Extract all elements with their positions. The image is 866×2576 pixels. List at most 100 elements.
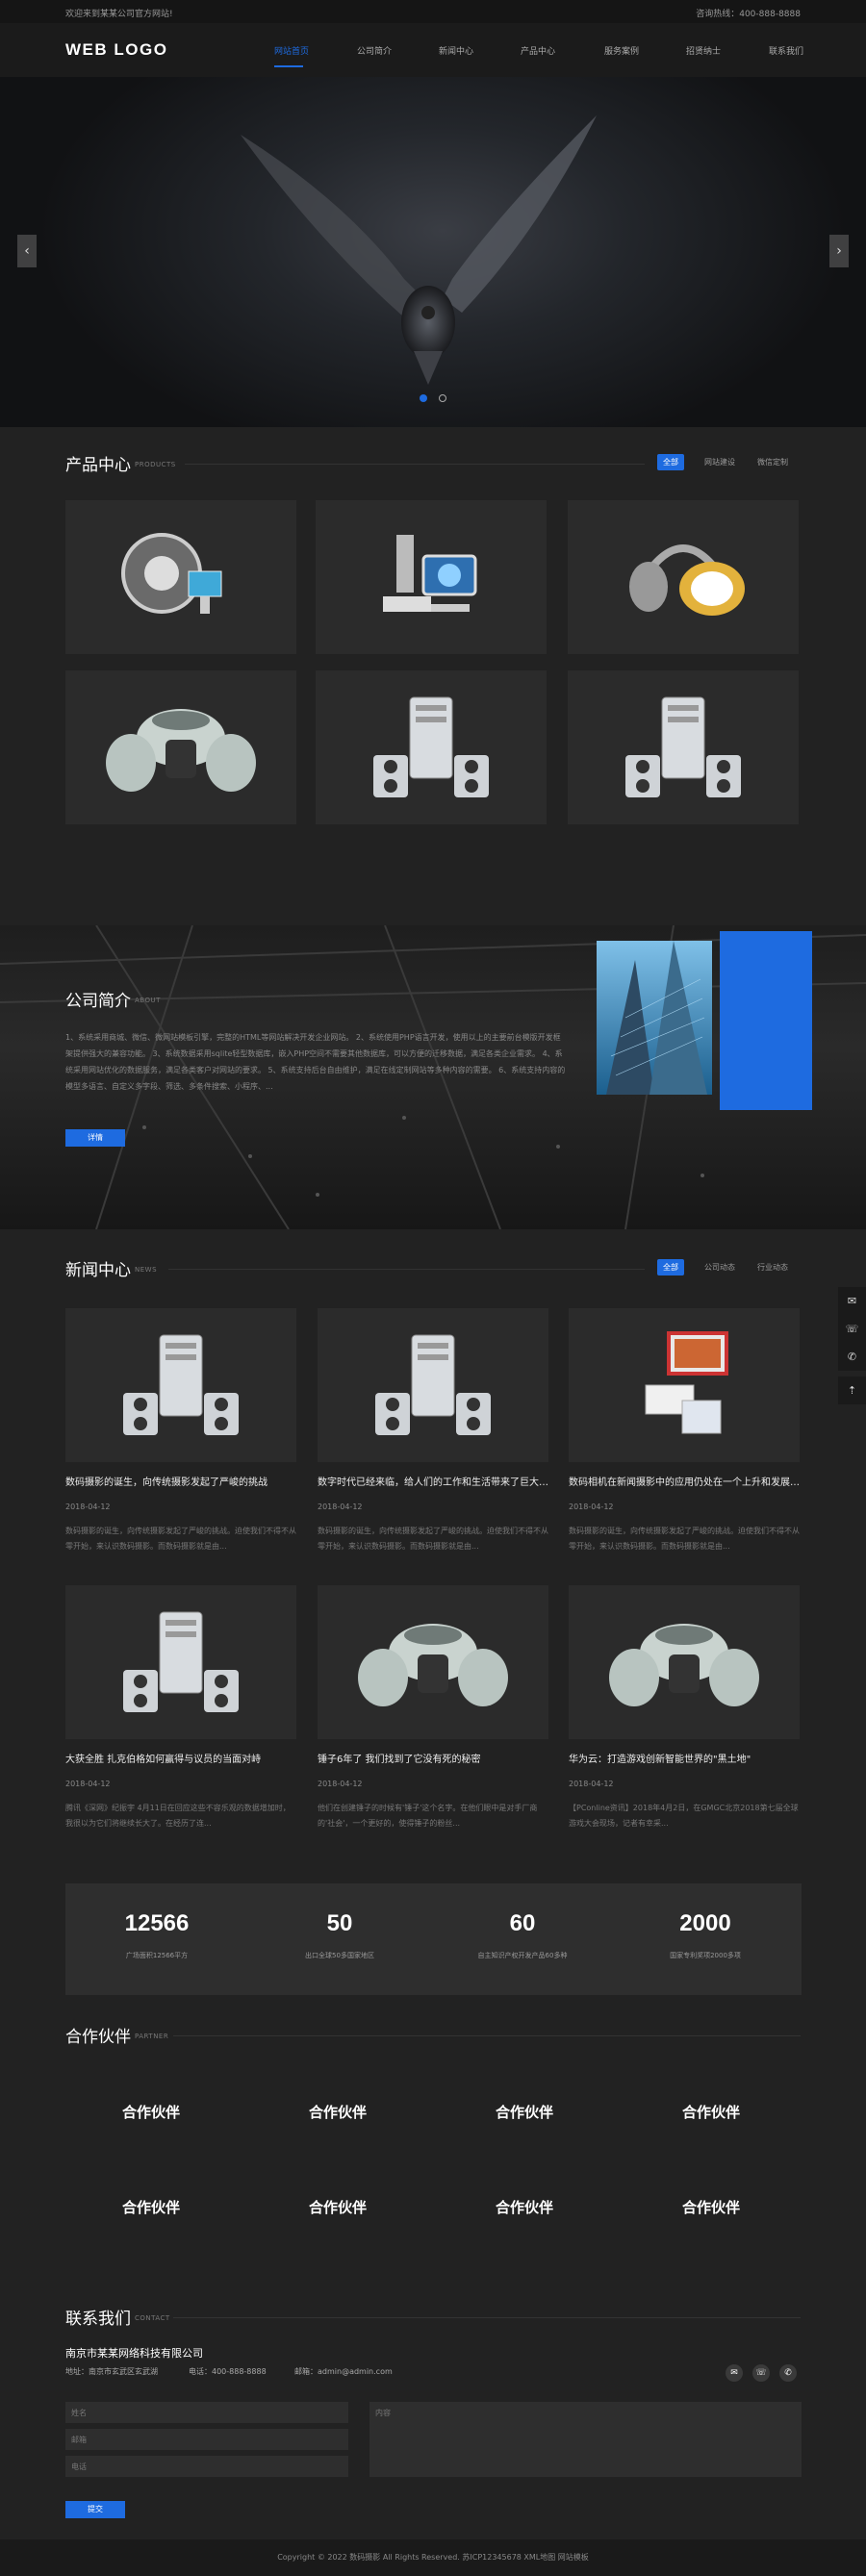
news-card-image[interactable] (318, 1585, 548, 1739)
news-date: 2018-04-12 (65, 1503, 111, 1511)
news-title[interactable]: 数码摄影的诞生，向传统摄影发起了严峻的挑战 (65, 1474, 296, 1488)
product-card[interactable] (316, 670, 547, 824)
about-image-frame (720, 931, 812, 1110)
nav-news[interactable]: 新闻中心 (439, 44, 473, 57)
wechat-float-icon[interactable]: ✆ (838, 1343, 866, 1371)
phone-field[interactable]: 电话 (65, 2456, 348, 2477)
company-address: 地址：南京市玄武区玄武湖 (65, 2367, 158, 2376)
product-image (373, 696, 489, 797)
news-image (358, 1624, 508, 1706)
news-tab-all[interactable]: 全部 (657, 1259, 684, 1275)
news-summary: 【PConline资讯】2018年4月2日，在GMGC北京2018第七届全球游戏… (569, 1804, 799, 1828)
nav-cases[interactable]: 服务案例 (604, 44, 639, 57)
news-card-image[interactable] (65, 1308, 296, 1462)
news-summary: 数码摄影的诞生，向传统摄影发起了严峻的挑战。迫使我们不得不从零开始，来认识数码摄… (569, 1527, 800, 1551)
about-subtitle: ABOUT (135, 997, 161, 1004)
contact-divider (173, 2317, 801, 2318)
news-summary: 数码摄影的诞生，向传统摄影发起了严峻的挑战。迫使我们不得不从零开始，来认识数码摄… (65, 1527, 296, 1551)
banner-next-button[interactable]: › (829, 235, 849, 267)
name-field[interactable]: 姓名 (65, 2402, 348, 2423)
product-card[interactable] (65, 500, 296, 654)
partner-logo[interactable]: 合作伙伴 (60, 2066, 242, 2159)
about-title: 公司简介 (65, 992, 131, 1011)
qq-icon[interactable]: ✉ (726, 2364, 743, 2382)
partner-logo[interactable]: 合作伙伴 (246, 2161, 429, 2254)
product-card[interactable] (568, 670, 799, 824)
about-section: 公司简介 ABOUT 1、系统采用商城、微信、微网站模板引擎，完整的HTML等网… (0, 925, 866, 1229)
products-tab-web[interactable]: 网站建设 (699, 454, 741, 470)
phone-icon[interactable]: ☏ (752, 2364, 770, 2382)
stat-number: 12566 (124, 1910, 190, 1936)
stat-number: 2000 (679, 1910, 731, 1936)
news-divider (168, 1269, 645, 1270)
about-detail-button[interactable]: 详情 (65, 1129, 125, 1147)
stat-label: 自主知识产权开发产品60多种 (477, 1952, 568, 1959)
nav-jobs[interactable]: 招贤纳士 (686, 44, 721, 57)
company-name: 南京市某某网络科技有限公司 (65, 2347, 203, 2360)
banner-dot-1[interactable] (420, 394, 427, 402)
news-image (609, 1624, 759, 1706)
news-subtitle: NEWS (135, 1266, 158, 1274)
product-image (106, 709, 256, 792)
content-textarea[interactable]: 内容 (369, 2402, 802, 2477)
banner-prev-button[interactable]: ‹ (17, 235, 37, 267)
product-image (625, 696, 741, 797)
news-image (375, 1334, 491, 1435)
partner-logo[interactable]: 合作伙伴 (60, 2161, 242, 2254)
product-card[interactable] (568, 500, 799, 654)
stat-number: 60 (509, 1910, 536, 1936)
news-title: 新闻中心 (65, 1261, 131, 1280)
products-tab-wechat[interactable]: 微信定制 (751, 454, 794, 470)
phone-float-icon[interactable]: ☏ (838, 1315, 866, 1343)
hero-banner: ‹ › (0, 77, 866, 427)
partner-logo[interactable]: 合作伙伴 (433, 2066, 616, 2159)
news-date: 2018-04-12 (569, 1503, 614, 1511)
banner-dot-2[interactable] (439, 394, 446, 402)
top-bar: 欢迎来到某某公司官方网站! 咨询热线：400-888-8888 (0, 0, 866, 23)
stats-panel: 12566 广场面积12566平方 50 出口全球50多国家地区 60 自主知识… (65, 1883, 802, 1995)
partner-logo[interactable]: 合作伙伴 (433, 2161, 616, 2254)
qq-float-icon[interactable]: ✉ (838, 1287, 866, 1315)
submit-button[interactable]: 提交 (65, 2501, 125, 2518)
nav-products[interactable]: 产品中心 (521, 44, 555, 57)
product-image (629, 544, 745, 616)
back-to-top-icon[interactable]: ⇡ (838, 1376, 866, 1404)
news-image (123, 1611, 239, 1712)
partners-title: 合作伙伴 (65, 2028, 131, 2047)
nav-active-indicator (274, 65, 303, 67)
site-logo[interactable]: WEB LOGO (65, 40, 167, 60)
hotline-text: 咨询热线：400-888-8888 (696, 10, 801, 19)
partner-logo[interactable]: 合作伙伴 (246, 2066, 429, 2159)
news-card-image[interactable] (318, 1308, 548, 1462)
news-tab-company[interactable]: 公司动态 (699, 1259, 741, 1275)
email-field[interactable]: 邮箱 (65, 2429, 348, 2450)
news-title[interactable]: 华为云：打造游戏创新智能世界的"黑土地" (569, 1751, 800, 1765)
news-tab-industry[interactable]: 行业动态 (751, 1259, 794, 1275)
news-summary: 数码摄影的诞生，向传统摄影发起了严峻的挑战。迫使我们不得不从零开始，来认识数码摄… (318, 1527, 548, 1551)
product-card[interactable] (65, 670, 296, 824)
news-date: 2018-04-12 (318, 1780, 363, 1788)
products-tab-all[interactable]: 全部 (657, 454, 684, 470)
product-image (121, 533, 222, 614)
partner-logo[interactable]: 合作伙伴 (620, 2066, 802, 2159)
company-email: 邮箱：admin@admin.com (294, 2367, 393, 2376)
partner-logo[interactable]: 合作伙伴 (620, 2161, 802, 2254)
news-card-image[interactable] (65, 1585, 296, 1739)
contact-subtitle: CONTACT (135, 2314, 170, 2322)
news-title[interactable]: 数字时代已经来临，给人们的工作和生活带来了巨大的变化 (318, 1474, 548, 1488)
news-card-image[interactable] (569, 1308, 800, 1462)
news-title[interactable]: 大获全胜 扎克伯格如何赢得与议员的当面对峙 (65, 1751, 296, 1765)
chevron-left-icon: ‹ (24, 243, 30, 259)
nav-contact[interactable]: 联系我们 (769, 44, 803, 57)
building-image (597, 941, 712, 1095)
nav-about[interactable]: 公司简介 (357, 44, 392, 57)
news-title[interactable]: 数码相机在新闻摄影中的应用仍处在一个上升和发展阶段 (569, 1474, 800, 1488)
wechat-icon[interactable]: ✆ (779, 2364, 797, 2382)
partners-subtitle: PARTNER (135, 2033, 169, 2040)
news-card-image[interactable] (569, 1585, 800, 1739)
products-divider (185, 464, 645, 465)
product-card[interactable] (316, 500, 547, 654)
news-title[interactable]: 锤子6年了 我们找到了它没有死的秘密 (318, 1751, 548, 1765)
news-summary: 腾讯《深网》纪振宇 4月11日在回应这些不容乐观的数据增加时，我很以为它们将继续… (65, 1804, 291, 1828)
nav-home[interactable]: 网站首页 (274, 44, 309, 57)
